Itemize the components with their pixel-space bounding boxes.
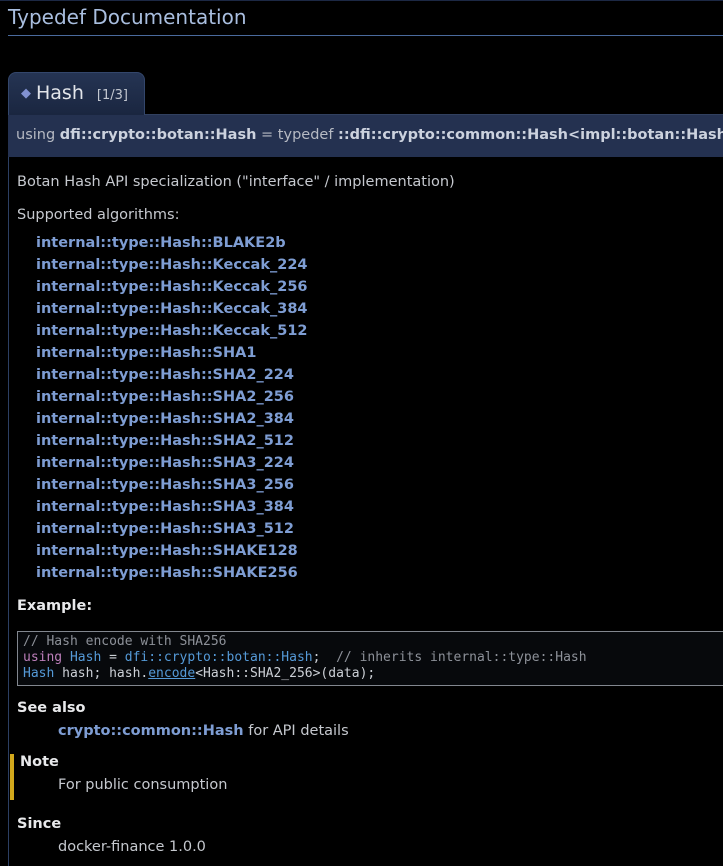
list-item: internal::type::Hash::SHA3_384 <box>36 496 713 518</box>
proto-qualified-name: dfi::crypto::botan::Hash <box>60 127 257 143</box>
list-item: internal::type::Hash::BLAKE2b <box>36 232 713 254</box>
page-title: Typedef Documentation <box>8 1 723 36</box>
list-item: internal::type::Hash::SHA2_512 <box>36 430 713 452</box>
algorithm-link[interactable]: internal::type::Hash::SHAKE256 <box>36 565 298 581</box>
supported-algorithms-label: Supported algorithms: <box>17 191 713 224</box>
list-item: internal::type::Hash::SHA2_224 <box>36 364 713 386</box>
example-section: Example: <box>17 598 713 615</box>
member-overload-badge: [1/3] <box>97 88 128 103</box>
algorithm-link[interactable]: internal::type::Hash::SHA2_256 <box>36 389 294 405</box>
since-label: Since <box>17 816 713 833</box>
member-name: Hash <box>36 82 84 104</box>
proto-target-type: ::dfi::crypto::common::Hash<impl::botan:… <box>338 127 723 143</box>
code-line: Hash hash; hash.encode<Hash::SHA2_256>(d… <box>23 666 719 682</box>
proto-using-keyword: using <box>16 127 60 143</box>
algorithm-link[interactable]: internal::type::Hash::Keccak_512 <box>36 323 308 339</box>
algorithm-link[interactable]: internal::type::Hash::SHA3_224 <box>36 455 294 471</box>
list-item: internal::type::Hash::SHA3_512 <box>36 518 713 540</box>
see-also-text: for API details <box>244 723 349 739</box>
code-comment: // inherits internal::type::Hash <box>336 650 586 665</box>
algorithm-link[interactable]: internal::type::Hash::SHA3_384 <box>36 499 294 515</box>
algorithm-link[interactable]: internal::type::Hash::SHA2_512 <box>36 433 294 449</box>
list-item: internal::type::Hash::SHA3_224 <box>36 452 713 474</box>
member-title-tab: ◆ Hash [1/3] <box>8 72 145 115</box>
algorithm-link[interactable]: internal::type::Hash::SHA1 <box>36 345 256 361</box>
code-text <box>62 650 70 665</box>
member-hash: ◆Hash [1/3] using dfi::crypto::botan::Ha… <box>8 36 723 866</box>
code-encode-link[interactable]: encode <box>148 666 195 681</box>
algorithm-link[interactable]: internal::type::Hash::SHAKE128 <box>36 543 298 559</box>
algorithm-link[interactable]: internal::type::Hash::Keccak_256 <box>36 279 308 295</box>
since-section: Since docker-finance 1.0.0 <box>17 816 713 856</box>
see-also-section: See also crypto::common::Hash for API de… <box>17 700 713 740</box>
doc-intro: Botan Hash API specialization ("interfac… <box>17 157 713 191</box>
member-doc: Botan Hash API specialization ("interfac… <box>8 157 723 866</box>
code-comment: // Hash encode with SHA256 <box>23 634 227 649</box>
list-item: internal::type::Hash::Keccak_256 <box>36 276 713 298</box>
algorithm-link[interactable]: internal::type::Hash::SHA3_256 <box>36 477 294 493</box>
algorithm-link[interactable]: internal::type::Hash::SHA2_384 <box>36 411 294 427</box>
algorithm-link[interactable]: internal::type::Hash::Keccak_224 <box>36 257 308 273</box>
list-item: internal::type::Hash::Keccak_512 <box>36 320 713 342</box>
code-text: <Hash::SHA2_256>(data); <box>195 666 375 681</box>
note-text: For public consumption <box>58 777 713 794</box>
code-type-link[interactable]: dfi::crypto::botan::Hash <box>125 650 313 665</box>
since-text: docker-finance 1.0.0 <box>58 839 713 856</box>
code-type-link[interactable]: Hash <box>70 650 101 665</box>
list-item: internal::type::Hash::Keccak_224 <box>36 254 713 276</box>
see-also-link[interactable]: crypto::common::Hash <box>58 723 244 739</box>
algorithm-list: internal::type::Hash::BLAKE2b internal::… <box>17 232 713 584</box>
example-label: Example: <box>17 598 713 615</box>
see-also-content: crypto::common::Hash for API details <box>58 723 713 740</box>
algorithm-link[interactable]: internal::type::Hash::Keccak_384 <box>36 301 308 317</box>
note-section: Note For public consumption <box>10 754 713 800</box>
list-item: internal::type::Hash::SHA2_256 <box>36 386 713 408</box>
typedef-documentation-page: Typedef Documentation ◆ Hash [1/3] using … <box>8 1 723 866</box>
code-block: // Hash encode with SHA256using Hash = d… <box>17 631 723 686</box>
code-text: = <box>101 650 124 665</box>
list-item: internal::type::Hash::SHA3_256 <box>36 474 713 496</box>
list-item: internal::type::Hash::Keccak_384 <box>36 298 713 320</box>
see-also-label: See also <box>17 700 713 717</box>
algorithm-link[interactable]: internal::type::Hash::SHA2_224 <box>36 367 294 383</box>
list-item: internal::type::Hash::SHA2_384 <box>36 408 713 430</box>
proto-equals: = typedef <box>256 127 338 143</box>
list-item: internal::type::Hash::SHAKE128 <box>36 540 713 562</box>
code-line: using Hash = dfi::crypto::botan::Hash; /… <box>23 650 719 666</box>
note-label: Note <box>20 754 713 771</box>
algorithm-link[interactable]: internal::type::Hash::BLAKE2b <box>36 235 286 251</box>
list-item: internal::type::Hash::SHAKE256 <box>36 562 713 584</box>
list-item: internal::type::Hash::SHA1 <box>36 342 713 364</box>
code-type-link[interactable]: Hash <box>23 666 54 681</box>
code-text: ; <box>313 650 336 665</box>
algorithm-link[interactable]: internal::type::Hash::SHA3_512 <box>36 521 294 537</box>
permalink-diamond-icon[interactable]: ◆ <box>21 86 31 101</box>
code-keyword: using <box>23 650 62 665</box>
member-prototype: using dfi::crypto::botan::Hash = typedef… <box>8 114 723 157</box>
code-line: // Hash encode with SHA256 <box>23 634 719 650</box>
code-text: hash; hash. <box>54 666 148 681</box>
